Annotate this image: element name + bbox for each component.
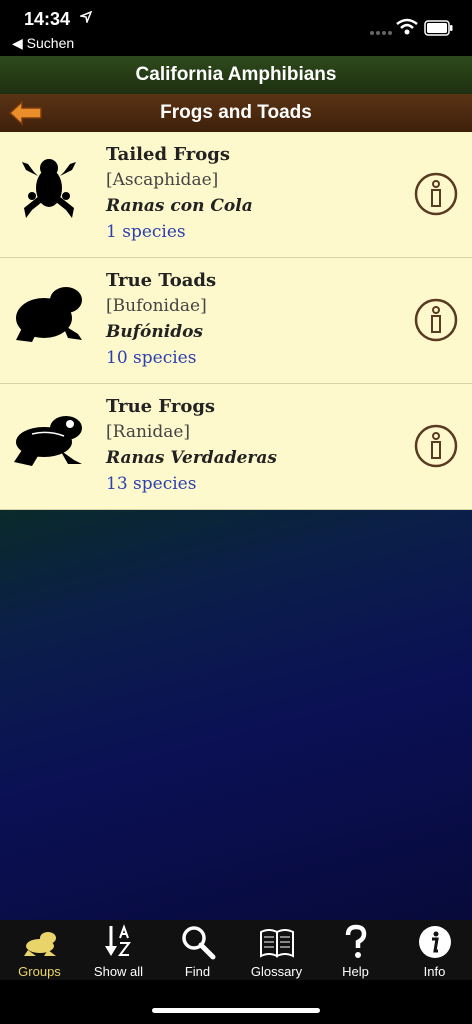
tab-label: Glossary xyxy=(250,964,303,979)
question-icon xyxy=(345,924,367,958)
tab-help[interactable]: Help xyxy=(316,920,395,980)
family-name: [Ascaphidae] xyxy=(106,170,219,190)
family-name: [Bufonidae] xyxy=(106,296,207,316)
book-icon xyxy=(260,929,294,958)
species-count: 10 species xyxy=(106,348,197,368)
toad-silhouette xyxy=(16,287,82,342)
page-title: Frogs and Toads xyxy=(160,102,312,123)
info-icon xyxy=(419,926,451,958)
wifi-icon xyxy=(396,18,418,35)
family-name: [Ranidae] xyxy=(106,422,191,442)
tab-info[interactable]: Info xyxy=(395,920,472,980)
battery-icon xyxy=(424,20,453,36)
spanish-name: Bufónidos xyxy=(106,322,203,342)
tab-label: Find xyxy=(184,964,211,979)
sort-az-icon xyxy=(105,924,131,956)
back-arrow-icon[interactable] xyxy=(8,100,44,126)
search-icon xyxy=(182,926,216,960)
group-name: Tailed Frogs xyxy=(106,144,230,165)
clock: 14:34 xyxy=(24,9,71,29)
tab-bar: Groups Show all Find Glossary Help Info xyxy=(0,920,472,980)
app-title: California Amphibians xyxy=(0,56,472,94)
cell-signal-icon xyxy=(370,31,392,35)
tab-glossary[interactable]: Glossary xyxy=(237,920,316,980)
frog-silhouette xyxy=(14,416,82,466)
tab-groups[interactable]: Groups xyxy=(0,920,79,980)
back-to-app-link[interactable]: ◀ Suchen xyxy=(12,35,74,52)
location-arrow-icon xyxy=(80,11,92,23)
group-name: True Frogs xyxy=(106,396,216,417)
list-item-true-frogs[interactable]: True Frogs [Ranidae] Ranas Verdaderas 13… xyxy=(0,384,472,510)
background-gradient xyxy=(0,510,472,920)
status-bar: 14:34 ◀ Suchen xyxy=(0,0,472,56)
spanish-name: Ranas con Cola xyxy=(106,196,253,216)
nav-bar: Frogs and Toads xyxy=(0,94,472,132)
list-item-true-toads[interactable]: True Toads [Bufonidae] Bufónidos 10 spec… xyxy=(0,258,472,384)
info-button-icon[interactable] xyxy=(414,424,458,468)
tab-find[interactable]: Find xyxy=(158,920,237,980)
tab-label: Show all xyxy=(93,964,144,979)
list-item-tailed-frogs[interactable]: Tailed Frogs [Ascaphidae] Ranas con Cola… xyxy=(0,132,472,258)
home-bar xyxy=(0,980,472,1024)
group-name: True Toads xyxy=(106,270,217,291)
tab-label: Info xyxy=(423,964,446,979)
info-button-icon[interactable] xyxy=(414,172,458,216)
tab-label: Groups xyxy=(18,964,61,979)
tab-show-all[interactable]: Show all xyxy=(79,920,158,980)
tailed-frog-silhouette xyxy=(22,159,76,218)
species-count: 1 species xyxy=(106,222,186,242)
info-button-icon[interactable] xyxy=(414,298,458,342)
group-list: Tailed Frogs [Ascaphidae] Ranas con Cola… xyxy=(0,132,472,510)
home-indicator[interactable] xyxy=(152,1008,320,1013)
frog-icon xyxy=(24,932,56,956)
spanish-name: Ranas Verdaderas xyxy=(106,448,277,468)
species-count: 13 species xyxy=(106,474,197,494)
tab-label: Help xyxy=(342,964,369,979)
